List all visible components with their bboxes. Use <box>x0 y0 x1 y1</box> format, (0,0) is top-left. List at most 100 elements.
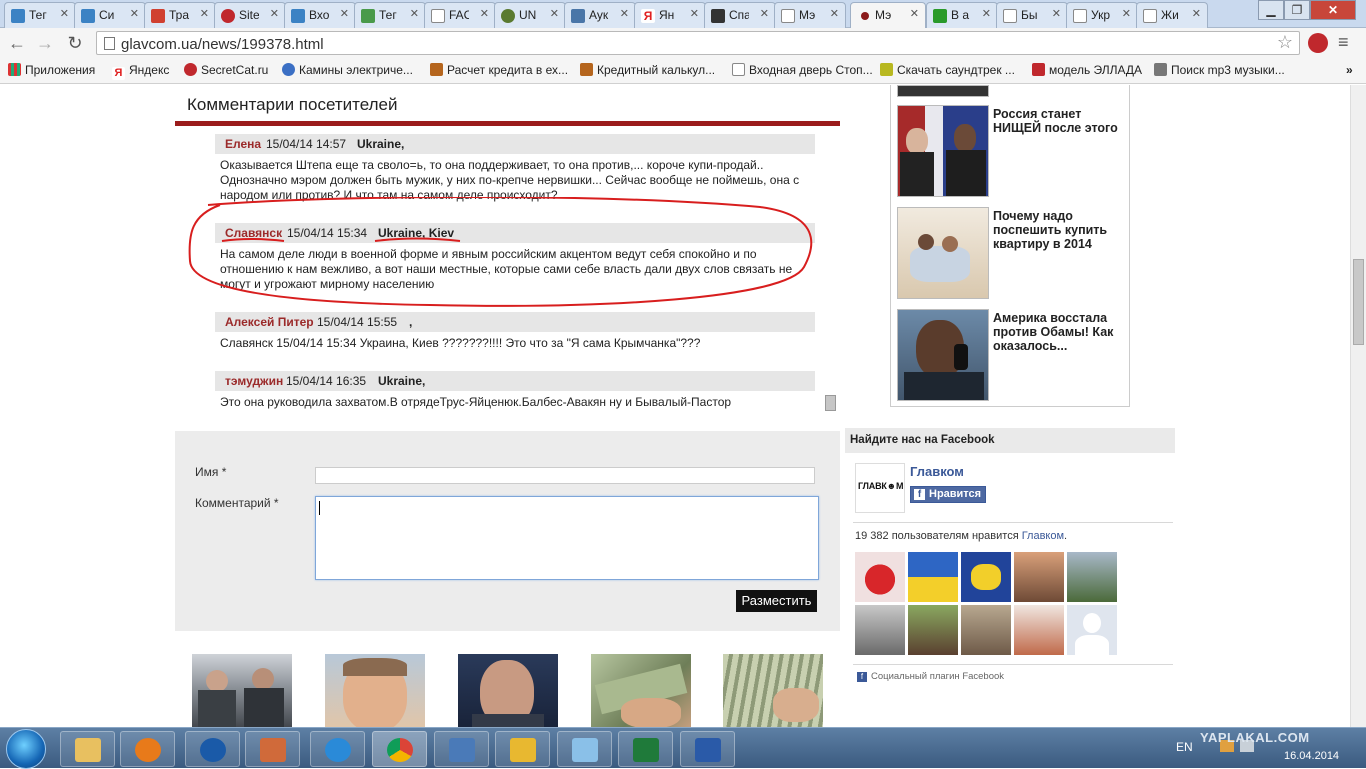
related-news-image[interactable] <box>458 654 558 727</box>
minimize-window-icon[interactable]: ▁ <box>1258 0 1284 20</box>
fan-avatar[interactable] <box>908 605 958 655</box>
related-news-image[interactable] <box>325 654 425 727</box>
bookmark-item[interactable]: Скачать саундтрек ... <box>880 63 1015 77</box>
browser-tab[interactable]: Я Ян ✕ <box>634 2 706 28</box>
tab-close-icon[interactable]: ✕ <box>340 7 349 20</box>
news-image[interactable] <box>897 105 989 197</box>
comment-author[interactable]: тэмуджин <box>225 374 283 388</box>
browser-tab[interactable]: Мэ ✕ <box>774 2 846 28</box>
bookmark-item[interactable]: SecretCat.ru <box>184 63 268 77</box>
facebook-page-name[interactable]: Главком <box>910 464 964 479</box>
browser-tab[interactable]: Бы ✕ <box>996 2 1068 28</box>
fan-avatar[interactable] <box>855 605 905 655</box>
browser-tab[interactable]: Си ✕ <box>74 2 146 28</box>
browser-tab[interactable]: Тег ✕ <box>4 2 76 28</box>
tab-close-icon[interactable]: ✕ <box>830 7 839 20</box>
reload-icon[interactable]: ↻ <box>64 33 86 55</box>
fan-avatar[interactable] <box>961 605 1011 655</box>
menu-icon[interactable]: ≡ <box>1338 33 1356 51</box>
browser-tab[interactable]: Спа ✕ <box>704 2 776 28</box>
news-title[interactable]: Почему надо поспешить купить квартиру в … <box>993 209 1125 251</box>
tab-close-icon[interactable]: ✕ <box>270 7 279 20</box>
likes-page-link[interactable]: Главком <box>1022 530 1064 542</box>
fan-avatar[interactable] <box>1067 552 1117 602</box>
tab-close-icon[interactable]: ✕ <box>130 7 139 20</box>
close-window-icon[interactable]: ✕ <box>1310 0 1356 20</box>
news-title[interactable]: Россия станет НИЩЕЙ после этого <box>993 107 1125 135</box>
back-icon[interactable]: ← <box>6 33 28 55</box>
browser-tab-active[interactable]: Мэ ✕ <box>850 2 926 28</box>
browser-tab[interactable]: Site ✕ <box>214 2 286 28</box>
browser-tab[interactable]: Укр ✕ <box>1066 2 1138 28</box>
name-input[interactable] <box>315 467 815 484</box>
taskbar-internet-explorer[interactable] <box>310 731 365 767</box>
browser-tab[interactable]: В а ✕ <box>926 2 998 28</box>
comments-scrollbar-thumb[interactable] <box>825 395 836 411</box>
tab-close-icon[interactable]: ✕ <box>550 7 559 20</box>
forward-icon[interactable]: → <box>34 33 56 55</box>
related-news-image[interactable] <box>591 654 691 727</box>
bookmark-item[interactable]: Расчет кредита в ех... <box>430 63 568 77</box>
bookmark-apps[interactable]: Приложения <box>8 63 95 77</box>
more-bookmarks-button[interactable]: » <box>1346 63 1353 77</box>
bookmark-item[interactable]: Я Яндекс <box>112 63 169 80</box>
tab-close-icon[interactable]: ✕ <box>620 7 629 20</box>
taskbar-network[interactable] <box>434 731 489 767</box>
tab-close-icon[interactable]: ✕ <box>480 7 489 20</box>
fan-avatar[interactable] <box>908 552 958 602</box>
news-image[interactable] <box>897 309 989 401</box>
fan-avatar[interactable] <box>1014 552 1064 602</box>
bookmark-star-icon[interactable]: ☆ <box>1277 32 1293 53</box>
facebook-like-button[interactable]: f Нравится <box>910 486 986 503</box>
tab-close-icon[interactable]: ✕ <box>760 7 769 20</box>
taskbar-app[interactable] <box>245 731 300 767</box>
bookmark-item[interactable]: Поиск mp3 музыки... <box>1154 63 1285 77</box>
windows-start-icon[interactable] <box>6 729 46 769</box>
page-scrollbar-thumb[interactable] <box>1353 259 1364 345</box>
bookmark-item[interactable]: модель ЭЛЛАДА <box>1032 63 1142 77</box>
fan-avatar[interactable] <box>855 552 905 602</box>
tab-close-icon[interactable]: ✕ <box>982 7 991 20</box>
browser-tab[interactable]: UN ✕ <box>494 2 566 28</box>
submit-comment-button[interactable]: Разместить <box>736 590 817 612</box>
comment-author[interactable]: Елена <box>225 137 261 151</box>
extension-icon[interactable] <box>1308 33 1328 53</box>
browser-tab[interactable]: Тег ✕ <box>354 2 426 28</box>
browser-tab[interactable]: Жи ✕ <box>1136 2 1208 28</box>
news-image-cropped[interactable] <box>897 85 989 97</box>
browser-tab[interactable]: Аук ✕ <box>564 2 636 28</box>
tab-close-icon[interactable]: ✕ <box>1192 7 1201 20</box>
taskbar-messenger[interactable] <box>495 731 550 767</box>
comment-author[interactable]: Алексей Питер <box>225 315 314 329</box>
comment-textarea[interactable] <box>315 496 819 580</box>
fan-avatar[interactable] <box>1014 605 1064 655</box>
bookmark-item[interactable]: Входная дверь Стоп... <box>732 63 873 77</box>
related-news-image[interactable] <box>723 654 823 727</box>
taskbar-word[interactable] <box>680 731 735 767</box>
browser-tab[interactable]: Тра ✕ <box>144 2 216 28</box>
browser-tab[interactable]: Вхо ✕ <box>284 2 356 28</box>
taskbar-chrome[interactable] <box>372 731 427 767</box>
tab-close-icon[interactable]: ✕ <box>1052 7 1061 20</box>
tab-close-icon[interactable]: ✕ <box>200 7 209 20</box>
taskbar-media-player[interactable] <box>120 731 175 767</box>
taskbar-notes[interactable] <box>557 731 612 767</box>
restore-window-icon[interactable]: ❐ <box>1284 0 1310 20</box>
taskbar-hp[interactable] <box>185 731 240 767</box>
bookmark-item[interactable]: Кредитный калькул... <box>580 63 715 77</box>
fan-avatar-default[interactable] <box>1067 605 1117 655</box>
bookmark-item[interactable]: Камины электриче... <box>282 63 413 77</box>
taskbar-excel[interactable] <box>618 731 673 767</box>
tab-close-icon[interactable]: ✕ <box>690 7 699 20</box>
related-news-image[interactable] <box>192 654 292 727</box>
news-title[interactable]: Америка восстала против Обамы! Как оказа… <box>993 311 1125 353</box>
language-indicator[interactable]: EN <box>1176 740 1193 754</box>
tab-close-icon[interactable]: ✕ <box>910 7 919 20</box>
tab-close-icon[interactable]: ✕ <box>1122 7 1131 20</box>
glavcom-logo[interactable]: ГЛАВК☻М <box>855 463 905 513</box>
news-image[interactable] <box>897 207 989 299</box>
browser-tab[interactable]: FAC ✕ <box>424 2 496 28</box>
taskbar-explorer[interactable] <box>60 731 115 767</box>
tab-close-icon[interactable]: ✕ <box>410 7 419 20</box>
page-scrollbar[interactable] <box>1350 85 1366 727</box>
